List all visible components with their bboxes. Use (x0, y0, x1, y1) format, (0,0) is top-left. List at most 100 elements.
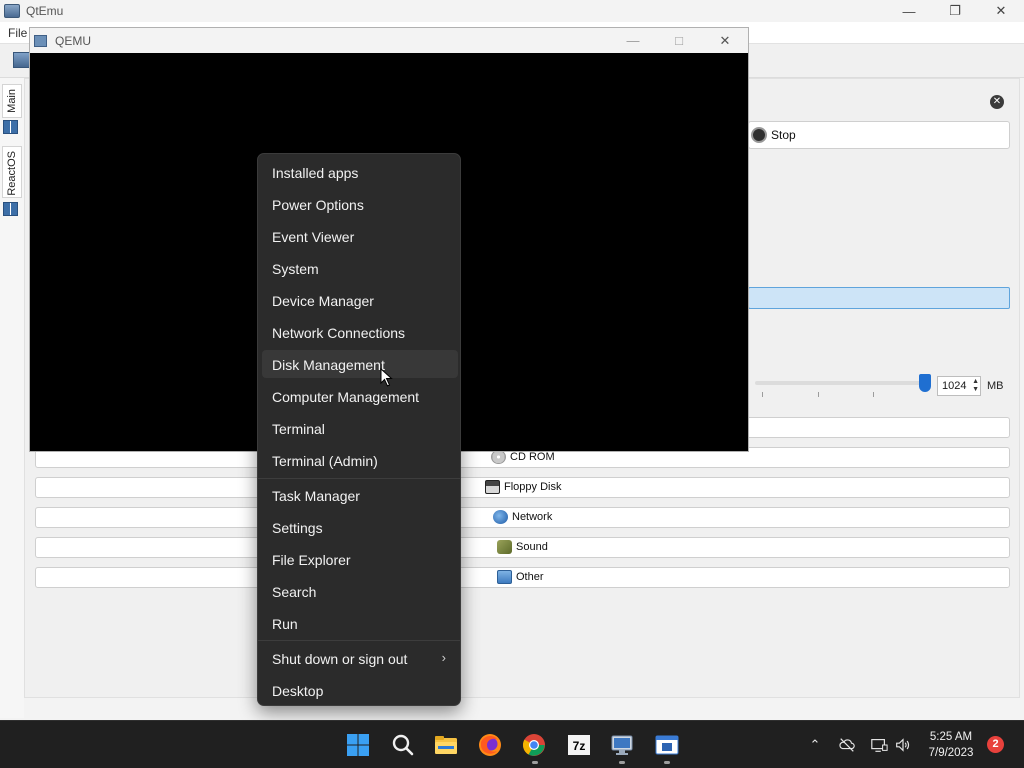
chevron-right-icon: › (441, 650, 446, 665)
menu-item-label: Power Options (272, 197, 364, 213)
floppy-disk-icon (485, 480, 500, 494)
device-label: Floppy Disk (504, 481, 562, 493)
menu-item-power-options[interactable]: Power Options (262, 190, 458, 218)
qtemu-app-icon (4, 4, 20, 18)
restore-button[interactable]: ❐ (932, 0, 978, 22)
menu-item-label: System (272, 261, 319, 277)
memory-slider-ticks (762, 392, 882, 398)
clock-date: 7/9/2023 (928, 747, 974, 759)
other-device-icon (497, 570, 512, 584)
minimize-button[interactable]: — (886, 0, 932, 22)
menu-item-settings[interactable]: Settings (262, 513, 458, 541)
file-explorer-icon[interactable] (434, 733, 458, 757)
menu-separator (258, 478, 460, 479)
menu-item-label: Computer Management (272, 389, 420, 405)
qemu-titlebar[interactable]: QEMU — □ ✕ (30, 28, 748, 53)
chevron-up-icon[interactable]: ⌃ (806, 736, 824, 754)
minimize-icon: — (902, 3, 916, 19)
chrome-icon[interactable] (522, 733, 546, 757)
menu-item-label: Device Manager (272, 293, 374, 309)
windows-start-icon[interactable] (346, 733, 370, 757)
device-button-network[interactable]: Network (35, 507, 1010, 528)
network-status-icon[interactable] (870, 736, 888, 754)
qemu-close-button[interactable]: ✕ (702, 28, 748, 53)
close-icon: ✕ (995, 3, 1007, 18)
device-label: Sound (516, 541, 548, 553)
menu-item-file-explorer[interactable]: File Explorer (262, 545, 458, 573)
memory-slider-track[interactable] (755, 381, 927, 385)
tab-reactos[interactable]: ReactOS (2, 146, 22, 198)
restore-icon: ❐ (949, 3, 961, 18)
device-button-sound[interactable]: Sound (35, 537, 1010, 558)
menu-item-device-manager[interactable]: Device Manager (262, 286, 458, 314)
menu-item-label: Task Manager (272, 488, 360, 504)
qemu-maximize-button[interactable]: □ (656, 28, 702, 53)
firefox-icon[interactable] (478, 733, 502, 757)
cd-rom-icon (491, 450, 506, 464)
notification-badge[interactable]: 2 (987, 736, 1004, 753)
quick-link-menu: Installed apps Power Options Event Viewe… (257, 153, 461, 706)
memory-slider-handle[interactable] (919, 374, 931, 392)
stop-button[interactable]: Stop (748, 121, 1010, 149)
tab-main[interactable]: Main (2, 84, 22, 118)
stop-icon (751, 127, 767, 143)
menu-item-shut-down[interactable]: Shut down or sign out › (262, 644, 458, 672)
menu-item-label: Network Connections (272, 325, 406, 341)
search-icon[interactable] (391, 733, 415, 757)
spin-arrows-icon[interactable]: ▲ ▼ (972, 378, 979, 394)
qemu-window-icon (34, 34, 47, 47)
menu-item-system[interactable]: System (262, 254, 458, 282)
menu-item-desktop[interactable]: Desktop (262, 676, 458, 704)
menu-item-label: Terminal (Admin) (272, 453, 378, 469)
menu-item-network-connections[interactable]: Network Connections (262, 318, 458, 346)
mouse-cursor-icon (380, 368, 393, 387)
qemu-app-icon[interactable] (610, 733, 634, 757)
menu-separator (258, 640, 460, 641)
menu-item-terminal[interactable]: Terminal (262, 414, 458, 442)
menu-item-event-viewer[interactable]: Event Viewer (262, 222, 458, 250)
svg-text:7z: 7z (573, 739, 586, 753)
network-icon (493, 510, 508, 524)
menu-item-label: Shut down or sign out (272, 651, 408, 667)
close-machine-icon[interactable]: ✕ (990, 95, 1004, 109)
qtemu-app-icon[interactable] (655, 733, 679, 757)
menu-file[interactable]: File (8, 26, 27, 40)
close-icon: ✕ (719, 32, 731, 48)
menu-item-run[interactable]: Run (262, 609, 458, 637)
menu-item-label: File Explorer (272, 552, 351, 568)
device-button-floppy[interactable]: Floppy Disk (35, 477, 1010, 498)
stop-button-label: Stop (771, 128, 796, 142)
qemu-minimize-button[interactable]: — (610, 28, 656, 53)
memory-spinbox[interactable]: 1024 ▲ ▼ (937, 376, 981, 396)
qemu-window-controls: — □ ✕ (610, 28, 748, 53)
close-window-button[interactable]: ✕ (978, 0, 1024, 22)
selected-list-item[interactable] (748, 287, 1010, 309)
side-tab-bar: Main ReactOS (0, 78, 24, 718)
memory-value: 1024 (942, 380, 967, 392)
clock[interactable]: 5:25 AM 7/9/2023 (920, 729, 982, 761)
cloud-offline-icon[interactable] (838, 736, 856, 754)
minimize-icon: — (626, 33, 640, 48)
menu-item-installed-apps[interactable]: Installed apps (262, 158, 458, 186)
device-label: CD ROM (510, 451, 555, 463)
menu-item-label: Desktop (272, 683, 324, 699)
memory-unit: MB (987, 380, 1004, 392)
volume-icon[interactable] (894, 736, 912, 754)
qemu-window-title: QEMU (55, 33, 91, 48)
menu-item-label: Search (272, 584, 317, 600)
menu-item-computer-management[interactable]: Computer Management (262, 382, 458, 410)
slider-tick (762, 392, 763, 397)
menu-item-label: Terminal (272, 421, 325, 437)
device-button-other[interactable]: Other (35, 567, 1010, 588)
menu-item-terminal-admin[interactable]: Terminal (Admin) (262, 446, 458, 474)
qtemu-titlebar[interactable]: QtEmu — ❐ ✕ (0, 0, 1024, 22)
menu-item-disk-management[interactable]: Disk Management (262, 350, 458, 378)
menu-item-search[interactable]: Search (262, 577, 458, 605)
menu-item-task-manager[interactable]: Task Manager (262, 481, 458, 509)
sound-icon (497, 540, 512, 554)
7zip-icon[interactable]: 7z (567, 733, 591, 757)
slider-tick (818, 392, 819, 397)
menu-item-label: Installed apps (272, 165, 359, 181)
running-indicator (664, 761, 670, 764)
maximize-icon: □ (675, 33, 683, 48)
